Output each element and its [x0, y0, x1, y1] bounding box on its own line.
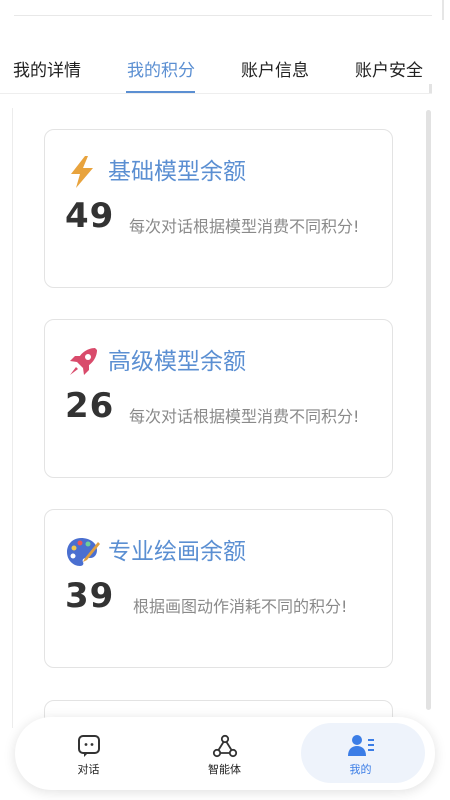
card-description: 每次对话根据模型消费不同积分! [129, 407, 360, 426]
nav-chat-label: 对话 [77, 763, 100, 776]
palette-icon [67, 538, 100, 566]
nav-mine-label: 我的 [349, 763, 372, 776]
bottom-nav: 对话 智能体 我的 [15, 717, 435, 790]
basic-model-balance-card: 基础模型余额 49 每次对话根据模型消费不同积分! [44, 129, 393, 288]
nav-agent[interactable]: 智能体 [157, 717, 292, 790]
card-title: 基础模型余额 [108, 159, 246, 185]
top-divider [14, 15, 432, 16]
tab-account-security[interactable]: 账户安全 [355, 56, 423, 81]
active-tab-indicator [126, 91, 195, 93]
tab-my-details[interactable]: 我的详情 [13, 56, 81, 81]
tab-my-points[interactable]: 我的积分 [127, 56, 195, 81]
card-title: 高级模型余额 [108, 349, 246, 375]
card-description: 每次对话根据模型消费不同积分! [129, 217, 360, 236]
card-title: 专业绘画余额 [108, 539, 246, 565]
nav-mine[interactable]: 我的 [293, 717, 428, 790]
scrollbar[interactable] [426, 110, 431, 710]
tab-account-info[interactable]: 账户信息 [241, 56, 309, 81]
lightning-icon [71, 156, 93, 188]
rocket-icon [70, 348, 97, 375]
nav-chat[interactable]: 对话 [21, 717, 156, 790]
advanced-model-balance-card: 高级模型余额 26 每次对话根据模型消费不同积分! [44, 319, 393, 478]
card-description: 根据画图动作消耗不同的积分! [133, 597, 348, 616]
tab-scroll-edge [429, 84, 432, 93]
chat-icon [77, 735, 100, 757]
user-profile-icon [347, 735, 374, 756]
agent-icon [212, 734, 237, 758]
pro-drawing-balance-card: 专业绘画余额 39 根据画图动作消耗不同的积分! [44, 509, 393, 668]
edge-bar [442, 0, 444, 20]
tab-bar: 我的详情 我的积分 账户信息 账户安全 [0, 40, 432, 94]
nav-agent-label: 智能体 [208, 763, 241, 776]
